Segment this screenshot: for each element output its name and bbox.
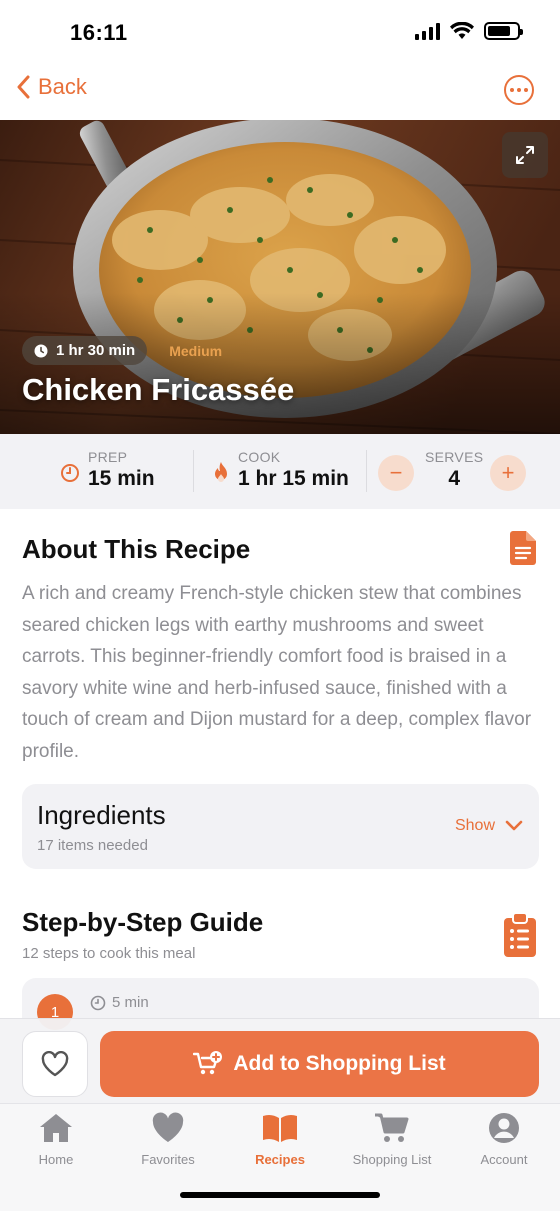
cart-icon: [375, 1113, 409, 1142]
ellipsis-circle-icon: [510, 88, 514, 92]
prep-stat: PREP 15 min: [60, 449, 155, 491]
step-time-label: 5 min: [112, 994, 149, 1011]
heart-icon: [152, 1112, 184, 1142]
action-bar: Add to Shopping List: [0, 1018, 560, 1103]
favorite-button[interactable]: [22, 1031, 88, 1097]
cook-stat: COOK 1 hr 15 min: [212, 449, 349, 491]
tab-shopping-list[interactable]: Shopping List: [336, 1112, 448, 1167]
serves-stat: SERVES 4: [425, 449, 483, 491]
increase-servings-button[interactable]: +: [490, 455, 526, 491]
tab-label: Home: [38, 1152, 74, 1167]
tab-label: Account: [480, 1152, 528, 1167]
cellular-signal-icon: [415, 22, 440, 40]
status-bar: 16:11: [0, 0, 560, 62]
show-label: Show: [454, 817, 495, 834]
tab-favorites[interactable]: Favorites: [112, 1112, 224, 1167]
wifi-icon: [450, 22, 474, 39]
add-to-shopping-list-button[interactable]: Add to Shopping List: [100, 1031, 539, 1097]
decrease-servings-button[interactable]: −: [378, 455, 414, 491]
document-icon[interactable]: [510, 531, 536, 565]
timer-icon: [61, 464, 79, 482]
show-ingredients-button[interactable]: Show: [455, 817, 523, 835]
step-duration: 5 min: [90, 994, 149, 1011]
serves-value: 4: [448, 467, 461, 490]
status-time: 16:11: [70, 20, 128, 45]
chevron-left-icon: [17, 75, 30, 99]
clipboard-list-icon[interactable]: [504, 913, 536, 957]
flame-icon: [215, 462, 227, 482]
about-description: A rich and creamy French-style chicken s…: [22, 583, 532, 762]
ingredients-card[interactable]: Ingredients 17 items needed Show: [22, 784, 539, 869]
ingredients-count: 17 items needed: [37, 837, 148, 854]
tab-label: Recipes: [255, 1152, 305, 1167]
add-to-shopping-list-label: Add to Shopping List: [233, 1052, 446, 1075]
hero-tags: 1 hr 30 min Medium: [22, 336, 222, 365]
back-button[interactable]: Back: [16, 74, 87, 100]
expand-arrows-icon: [516, 146, 534, 164]
total-time-label: 1 hr 30 min: [56, 342, 136, 359]
recipe-stats-bar: PREP 15 min COOK 1 hr 15 min − SERVES 4 …: [0, 434, 560, 509]
difficulty-label: Medium: [169, 342, 223, 359]
home-indicator[interactable]: [180, 1192, 380, 1198]
serves-label: SERVES: [425, 449, 484, 465]
battery-icon: [484, 22, 523, 40]
tab-account[interactable]: Account: [448, 1112, 560, 1167]
guide-subtitle: 12 steps to cook this meal: [22, 945, 196, 962]
about-title: About This Recipe: [22, 534, 251, 564]
chevron-down-icon: [505, 820, 523, 831]
cook-value: 1 hr 15 min: [238, 467, 349, 490]
tab-recipes[interactable]: Recipes: [224, 1112, 336, 1167]
back-label: Back: [38, 74, 87, 99]
expand-image-button[interactable]: [502, 132, 548, 178]
cook-label: COOK: [238, 449, 281, 465]
prep-label: PREP: [88, 449, 128, 465]
tab-label: Favorites: [141, 1152, 195, 1167]
heart-outline-icon: [41, 1051, 69, 1077]
recipe-hero-image: 1 hr 30 min Medium Chicken Fricassée: [0, 120, 560, 434]
clock-icon: [34, 344, 48, 357]
recipe-title: Chicken Fricassée: [22, 372, 295, 407]
more-options-button[interactable]: [504, 75, 534, 105]
stat-divider: [193, 450, 194, 492]
tab-label: Shopping List: [352, 1152, 432, 1167]
total-time-chip: 1 hr 30 min: [22, 336, 148, 365]
cart-plus-icon: [193, 1051, 223, 1075]
prep-value: 15 min: [88, 467, 155, 490]
guide-title: Step-by-Step Guide: [22, 907, 264, 937]
book-open-icon: [263, 1114, 297, 1142]
person-circle-icon: [489, 1113, 519, 1143]
status-icons: [415, 22, 523, 40]
home-icon: [40, 1114, 72, 1142]
stat-divider: [366, 450, 367, 492]
ingredients-title: Ingredients: [37, 800, 166, 830]
tab-home[interactable]: Home: [0, 1112, 112, 1167]
navigation-bar: Back: [0, 62, 560, 120]
timer-icon: [90, 995, 106, 1010]
